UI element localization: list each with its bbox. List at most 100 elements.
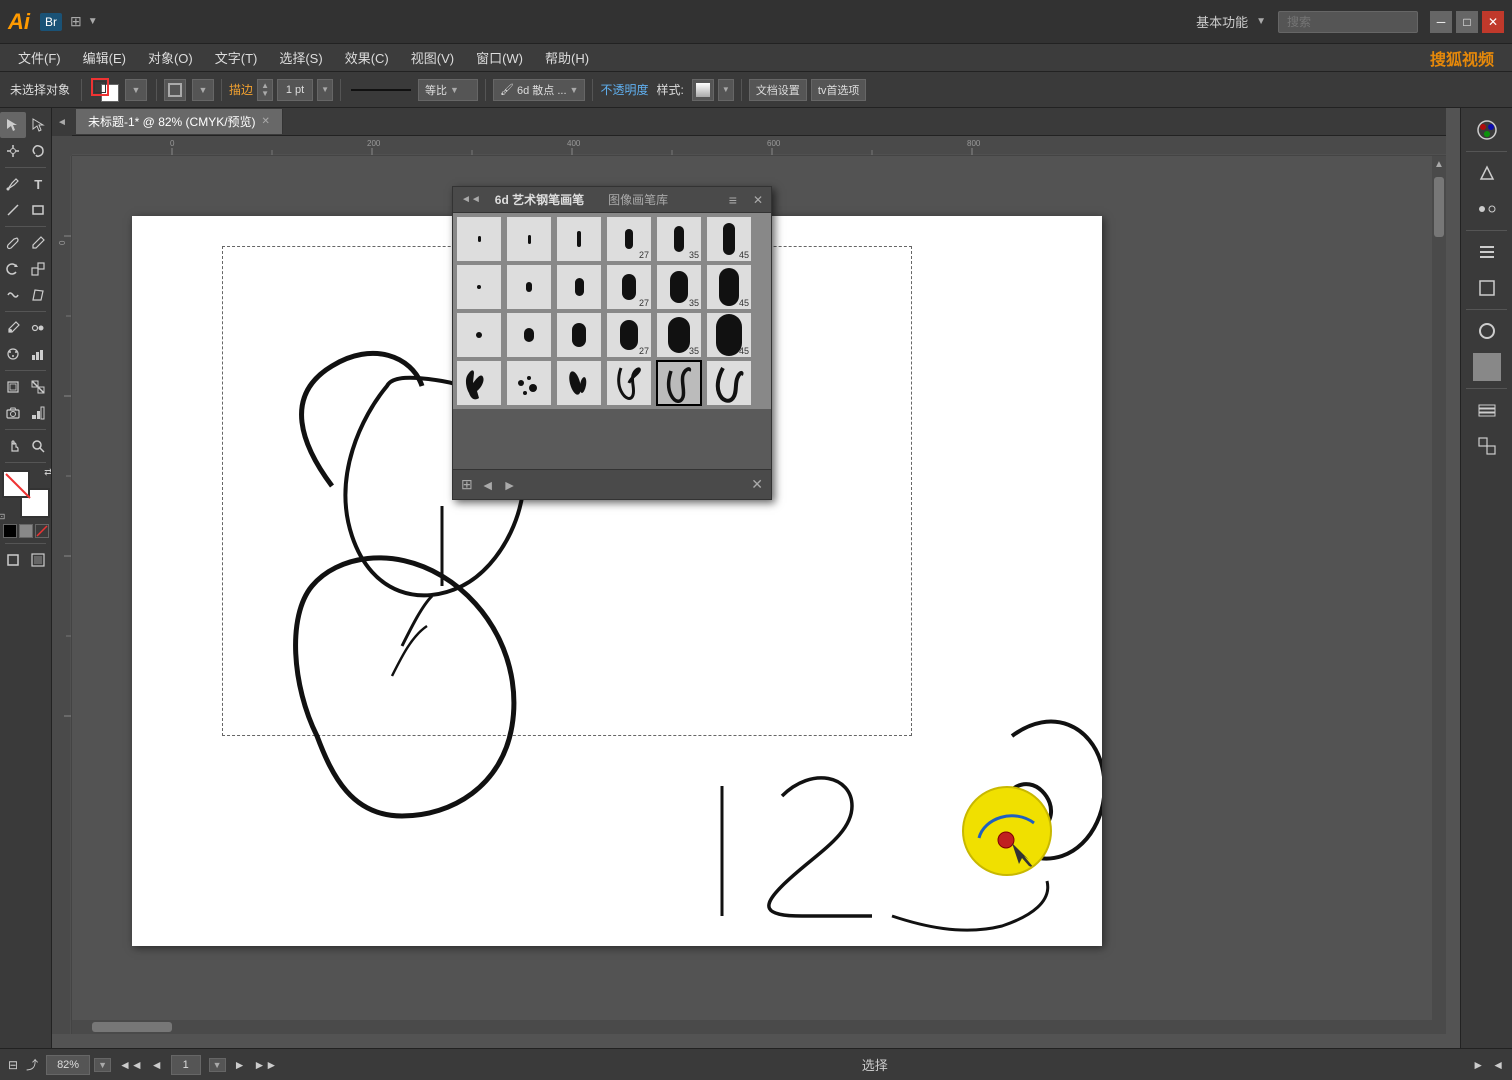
select-tool[interactable]: [0, 112, 26, 138]
status-back[interactable]: ◄: [1492, 1058, 1504, 1072]
type-tool[interactable]: T: [26, 171, 52, 197]
camera-tool[interactable]: [0, 400, 26, 426]
horizontal-scrollbar[interactable]: [72, 1020, 1432, 1034]
brush-cell-13[interactable]: [456, 312, 502, 358]
rotate-tool[interactable]: [0, 256, 26, 282]
page-number-input[interactable]: [171, 1055, 201, 1075]
hand-tool[interactable]: [0, 433, 26, 459]
stroke-value-input[interactable]: [277, 79, 313, 101]
brush-panel-close[interactable]: ✕: [753, 193, 763, 207]
brush-cell-3[interactable]: [556, 216, 602, 262]
page-nav-last[interactable]: ►►: [253, 1058, 277, 1072]
none-swatch[interactable]: [35, 524, 49, 538]
tab-collapse-left[interactable]: ◄: [52, 108, 72, 136]
scroll-thumb[interactable]: [1434, 177, 1444, 237]
change-screen-mode[interactable]: [26, 547, 52, 573]
brush-footer-prev[interactable]: ◄: [481, 477, 495, 493]
export-icon[interactable]: ⤴: [26, 1056, 38, 1073]
brush-cell-15[interactable]: [556, 312, 602, 358]
menu-object[interactable]: 对象(O): [138, 45, 203, 70]
brush-cell-2[interactable]: [506, 216, 552, 262]
brush-cell-24[interactable]: [706, 360, 752, 406]
menu-help[interactable]: 帮助(H): [535, 45, 599, 70]
brush-cell-8[interactable]: [506, 264, 552, 310]
brush-cell-5[interactable]: 35: [656, 216, 702, 262]
scale-tool[interactable]: [26, 256, 52, 282]
brush-cell-11[interactable]: 35: [656, 264, 702, 310]
stroke-unit-dropdown[interactable]: ▼: [317, 79, 333, 101]
brush-cell-10[interactable]: 27: [606, 264, 652, 310]
nav-icon[interactable]: ⊟: [8, 1058, 18, 1072]
doc-settings-button[interactable]: 文档设置: [749, 79, 807, 101]
pencil-tool[interactable]: [26, 230, 52, 256]
stroke-swatch-dropdown2[interactable]: ▼: [192, 79, 214, 101]
scroll-down-arrow[interactable]: ▼: [1434, 1033, 1444, 1034]
style-dropdown[interactable]: ▼: [718, 79, 734, 101]
brush-cell-18[interactable]: 45: [706, 312, 752, 358]
free-distort-tool[interactable]: [26, 282, 52, 308]
eyedropper-tool[interactable]: [0, 315, 26, 341]
brush-cell-20[interactable]: [506, 360, 552, 406]
maximize-button[interactable]: □: [1456, 11, 1478, 33]
lasso-tool[interactable]: [26, 138, 52, 164]
brush-cell-22[interactable]: [606, 360, 652, 406]
stroke-color-area[interactable]: [89, 76, 121, 104]
swap-colors-icon[interactable]: ⇄: [44, 467, 52, 478]
workspace-dropdown[interactable]: ▼: [1256, 16, 1266, 27]
menu-effect[interactable]: 效果(C): [335, 45, 399, 70]
zoom-tool[interactable]: [26, 433, 52, 459]
status-forward[interactable]: ►: [1472, 1058, 1484, 1072]
brush-cell-14[interactable]: [506, 312, 552, 358]
menu-text[interactable]: 文字(T): [205, 45, 268, 70]
slice-tool[interactable]: [26, 374, 52, 400]
zoom-dropdown-arrow[interactable]: ▼: [94, 1058, 111, 1072]
tab-close-icon[interactable]: ✕: [262, 116, 270, 127]
pen-tool[interactable]: [0, 171, 26, 197]
stroke-panel-button[interactable]: [1469, 313, 1505, 349]
style-swatch[interactable]: [692, 79, 714, 101]
foreground-color-box[interactable]: [2, 470, 30, 498]
blend-tool[interactable]: [26, 315, 52, 341]
brush-tool[interactable]: [0, 230, 26, 256]
color-panel-button[interactable]: [1469, 112, 1505, 148]
preferences-button[interactable]: tv首选项: [811, 79, 867, 101]
brush-cell-21[interactable]: [556, 360, 602, 406]
h-scroll-thumb[interactable]: [92, 1022, 172, 1032]
ruler-corner[interactable]: [52, 136, 72, 156]
menu-window[interactable]: 窗口(W): [466, 45, 533, 70]
artboard-tool[interactable]: [0, 374, 26, 400]
artboards-panel-button[interactable]: [1469, 428, 1505, 464]
main-canvas-area[interactable]: 0 200 400 600 800: [52, 136, 1446, 1034]
minimize-button[interactable]: ─: [1430, 11, 1452, 33]
br-logo[interactable]: Br: [40, 13, 62, 31]
brush-panel-collapse[interactable]: ◄◄: [461, 194, 481, 205]
zoom-input[interactable]: [46, 1055, 90, 1075]
magic-wand-tool[interactable]: [0, 138, 26, 164]
brush-cell-1[interactable]: [456, 216, 502, 262]
menu-edit[interactable]: 编辑(E): [73, 45, 136, 70]
layout-icon[interactable]: ⊞: [70, 13, 82, 30]
page-nav-first[interactable]: ◄◄: [119, 1058, 143, 1072]
brush-cell-6[interactable]: 45: [706, 216, 752, 262]
swatch-panel-button[interactable]: [1469, 191, 1505, 227]
stroke-swatch-dropdown[interactable]: [164, 79, 186, 101]
stroke-spinner[interactable]: ▲ ▼: [257, 79, 273, 101]
scroll-up-arrow[interactable]: ▲: [1434, 156, 1444, 173]
layers-panel-button[interactable]: [1469, 392, 1505, 428]
line-tool[interactable]: [0, 197, 26, 223]
menu-file[interactable]: 文件(F): [8, 45, 71, 70]
page-dropdown-arrow[interactable]: ▼: [209, 1058, 226, 1072]
zoom-control[interactable]: ▼: [46, 1055, 111, 1075]
gradient-panel-button[interactable]: [1469, 155, 1505, 191]
brush-cell-12[interactable]: 45: [706, 264, 752, 310]
brush-cell-7[interactable]: [456, 264, 502, 310]
reset-colors-icon[interactable]: ⊡: [0, 512, 5, 521]
menu-view[interactable]: 视图(V): [401, 45, 464, 70]
screen-mode-normal[interactable]: [0, 547, 26, 573]
stroke-style-dropdown[interactable]: 等比 ▼: [418, 79, 478, 101]
close-button[interactable]: ✕: [1482, 11, 1504, 33]
brush-cell-19[interactable]: [456, 360, 502, 406]
brush-panel-menu[interactable]: ≡: [729, 192, 737, 208]
column-graph-tool[interactable]: [26, 341, 52, 367]
color-boxes[interactable]: ⇄ ⊡: [2, 470, 50, 518]
